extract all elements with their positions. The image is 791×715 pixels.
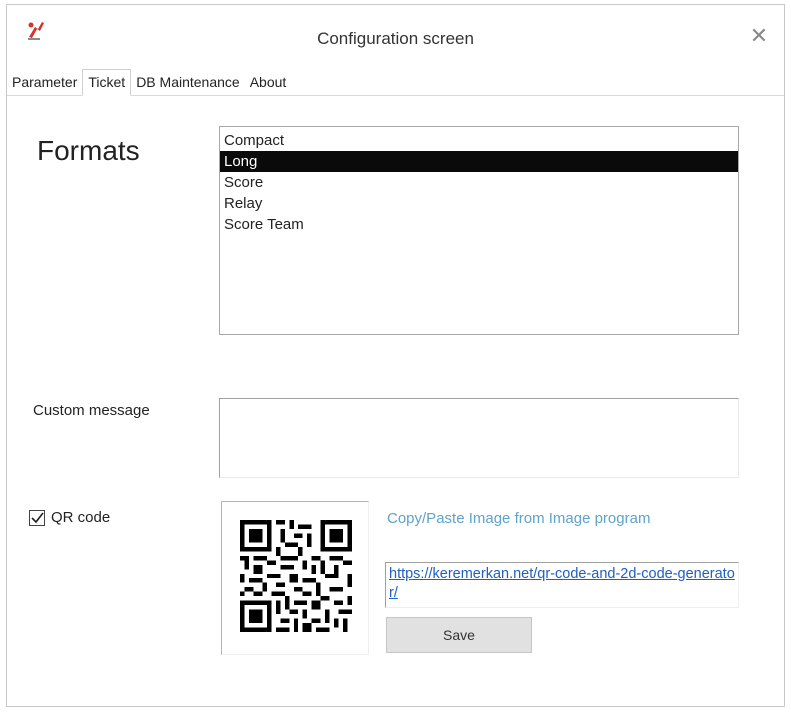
qr-code-checkbox[interactable] bbox=[29, 509, 45, 526]
tab-parameter[interactable]: Parameter bbox=[7, 73, 82, 95]
qr-code-image bbox=[240, 520, 352, 632]
format-item-score[interactable]: Score bbox=[220, 172, 738, 193]
save-button[interactable]: Save bbox=[386, 617, 532, 653]
qr-url-link[interactable]: https://keremerkan.net/qr-code-and-2d-co… bbox=[385, 562, 739, 608]
window-title: Configuration screen bbox=[317, 29, 474, 48]
qr-code-checkbox-row[interactable]: QR code bbox=[29, 509, 110, 526]
tab-strip: Parameter Ticket DB Maintenance About bbox=[7, 67, 784, 96]
checkmark-icon bbox=[31, 512, 44, 523]
format-item-long[interactable]: Long bbox=[220, 151, 738, 172]
format-item-score-team[interactable]: Score Team bbox=[220, 214, 738, 235]
formats-label: Formats bbox=[37, 135, 140, 166]
close-icon[interactable]: ✕ bbox=[748, 25, 770, 47]
custom-message-input[interactable] bbox=[219, 398, 739, 478]
tab-db-maintenance[interactable]: DB Maintenance bbox=[131, 73, 245, 95]
format-item-relay[interactable]: Relay bbox=[220, 193, 738, 214]
tab-about[interactable]: About bbox=[245, 73, 292, 95]
qr-code-label: QR code bbox=[51, 509, 111, 526]
custom-message-label: Custom message bbox=[33, 402, 150, 419]
format-item-compact[interactable]: Compact bbox=[220, 130, 738, 151]
paste-image-hint: Copy/Paste Image from Image program bbox=[387, 510, 651, 527]
tab-ticket[interactable]: Ticket bbox=[82, 69, 132, 96]
title-bar: Configuration screen ✕ bbox=[7, 5, 784, 57]
ticket-panel: Formats Compact Long Score Relay Score T… bbox=[7, 97, 784, 706]
qr-image-frame[interactable] bbox=[221, 501, 369, 655]
configuration-window: Configuration screen ✕ Parameter Ticket … bbox=[6, 4, 785, 707]
formats-listbox[interactable]: Compact Long Score Relay Score Team bbox=[219, 126, 739, 335]
